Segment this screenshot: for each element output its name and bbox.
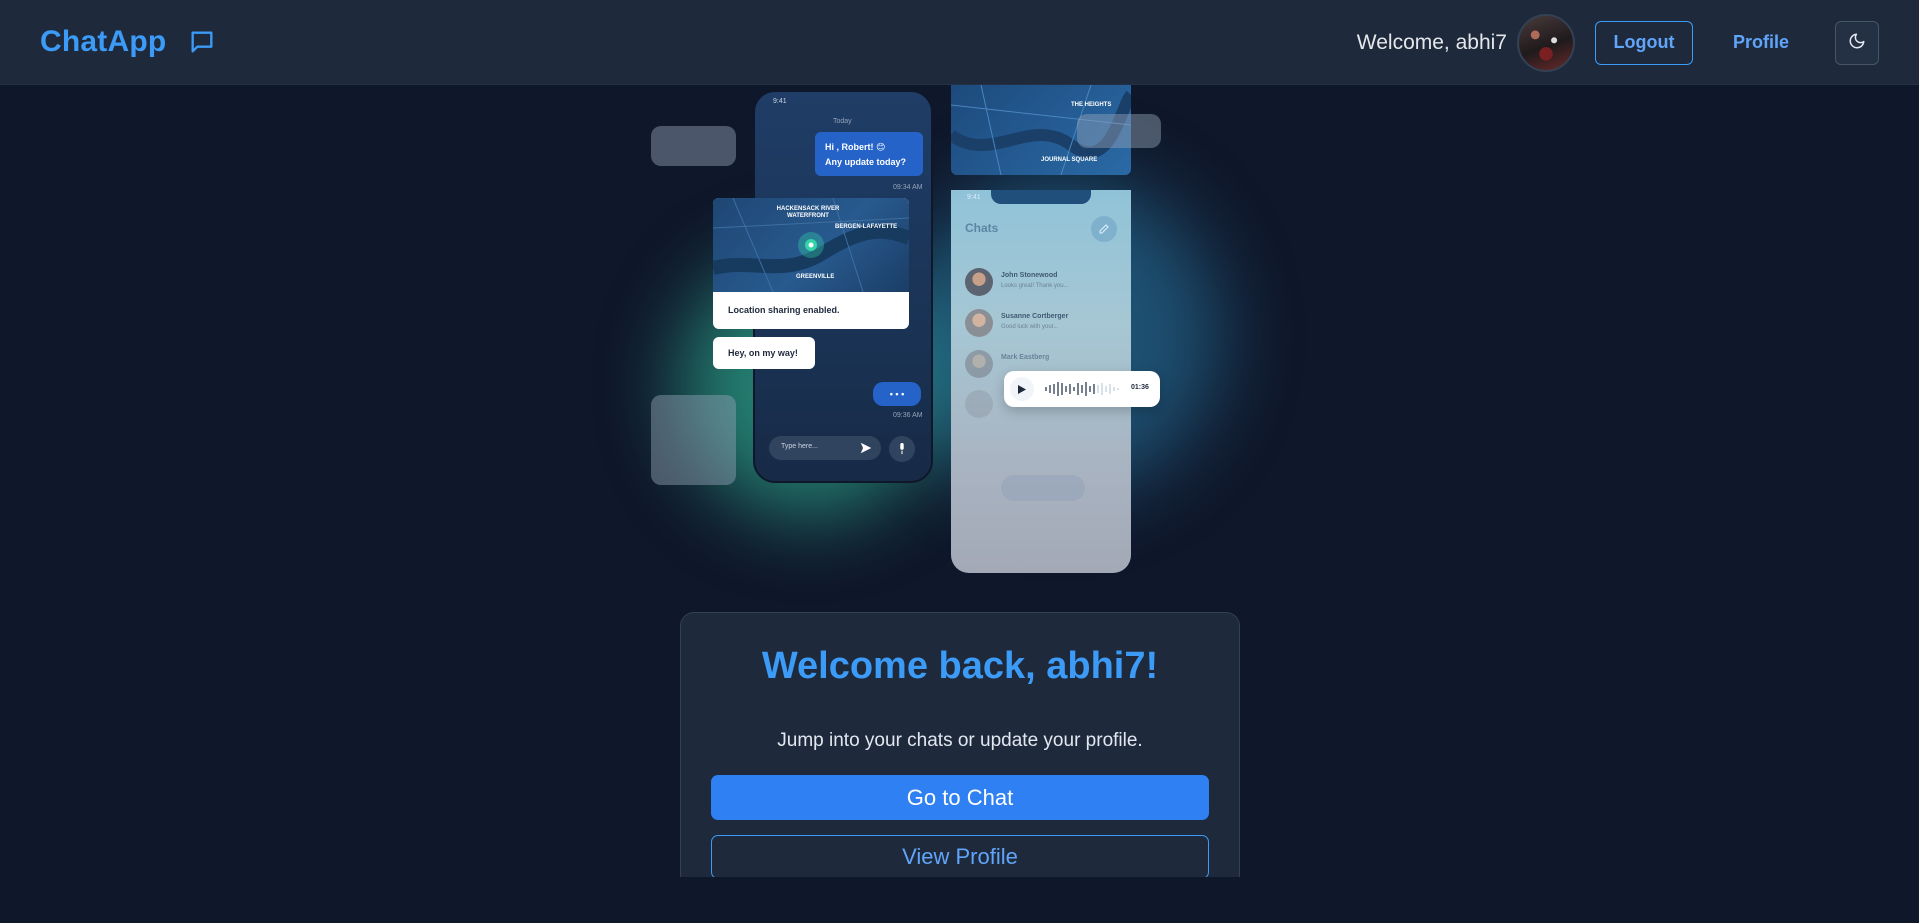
brand-title[interactable]: ChatApp [40, 25, 166, 59]
incoming-message: Hey, on my way! [713, 337, 815, 369]
map-label-heights: THE HEIGHTS [1071, 102, 1112, 108]
input-placeholder: Type here... [781, 443, 818, 450]
send-icon [859, 441, 873, 460]
view-profile-button[interactable]: View Profile [711, 835, 1209, 879]
location-message: Location sharing enabled. [728, 305, 840, 315]
message-time: 09:34 AM [893, 184, 923, 191]
contact-name: Susanne Cortberger [1001, 313, 1069, 320]
compose-icon [1091, 216, 1117, 242]
location-card: HACKENSACK RIVER WATERFRONT BERGEN-LAFAY… [713, 198, 909, 329]
ghost-chip [1077, 114, 1161, 148]
moon-icon [1848, 32, 1866, 53]
voice-message-bubble: 01:36 [1004, 371, 1160, 407]
ghost-card-bottom [651, 395, 736, 485]
hero-illustration: 9:41 Today Hi , Robert! 😊 Any update tod… [640, 85, 1240, 585]
outgoing-message: Hi , Robert! 😊 Any update today? [815, 132, 923, 176]
welcome-text: Welcome, abhi7 [1356, 30, 1507, 54]
chat-bubble-icon [188, 28, 216, 56]
ghost-card-top [651, 126, 736, 166]
greeting-line2: Any update today? [825, 156, 907, 167]
map-label-journal: JOURNAL SQUARE [1041, 157, 1098, 163]
play-icon [1010, 377, 1034, 401]
contact-preview: Good luck with your... [1001, 324, 1059, 330]
top-navbar: ChatApp Welcome, abhi7 Logout Profile [0, 0, 1919, 85]
reply-text: Hey, on my way! [728, 348, 798, 358]
contact-avatar [965, 268, 993, 296]
day-label: Today [833, 118, 852, 125]
typing-indicator: • • • [873, 382, 921, 406]
message-time-2: 09:36 AM [893, 412, 923, 419]
profile-link[interactable]: Profile [1733, 32, 1789, 53]
tab-bar [1001, 475, 1085, 501]
phone-notch [991, 190, 1091, 204]
logout-button[interactable]: Logout [1594, 20, 1693, 65]
go-to-chat-button[interactable]: Go to Chat [711, 775, 1209, 820]
map-label-greenville: GREENVILLE [796, 274, 835, 280]
chats-header: Chats [965, 221, 999, 235]
contact-avatar [965, 350, 993, 378]
brand[interactable]: ChatApp [40, 25, 216, 59]
message-input-bar: Type here... [769, 436, 881, 460]
status-time: 9:41 [773, 98, 787, 105]
microphone-icon [889, 436, 915, 462]
contact-preview: Looks great! Thank you... [1001, 283, 1069, 289]
contact-avatar [965, 390, 993, 418]
right-status-time: 9:41 [967, 194, 981, 201]
contact-row: Susanne Cortberger Good luck with your..… [965, 309, 1115, 339]
welcome-subtitle: Jump into your chats or update your prof… [777, 730, 1143, 751]
bottom-strip [0, 877, 1919, 923]
nav-right: Welcome, abhi7 Logout Profile [1357, 0, 1879, 85]
waveform-icon [1044, 381, 1124, 402]
contact-avatar [965, 309, 993, 337]
theme-toggle-button[interactable] [1835, 20, 1879, 65]
voice-duration: 01:36 [1131, 384, 1149, 391]
map-label-hackensack: HACKENSACK RIVER WATERFRONT [776, 206, 840, 219]
contact-row: John Stonewood Looks great! Thank you... [965, 268, 1115, 298]
contact-name: John Stonewood [1001, 272, 1058, 279]
greeting-line1: Hi , Robert! 😊 [825, 141, 886, 152]
contact-name: Mark Eastberg [1001, 354, 1050, 361]
map-label-bergen: BERGEN-LAFAYETTE [835, 224, 898, 230]
welcome-heading: Welcome back, abhi7! [761, 645, 1159, 687]
map-thumbnail: HACKENSACK RIVER WATERFRONT BERGEN-LAFAY… [713, 198, 909, 292]
avatar[interactable] [1516, 13, 1575, 72]
